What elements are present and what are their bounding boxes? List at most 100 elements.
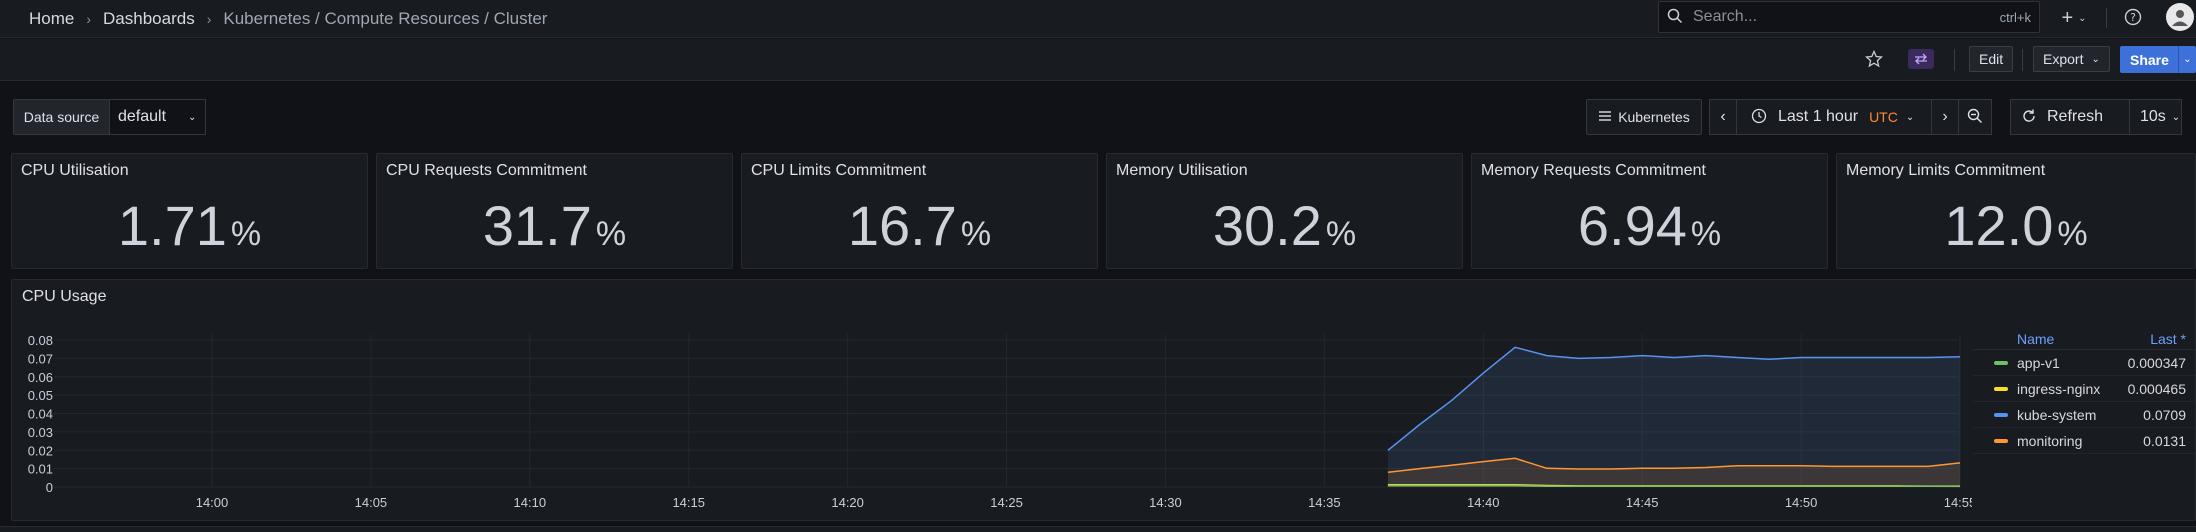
- stat-unit: %: [595, 215, 627, 253]
- clock-icon: [1751, 108, 1767, 127]
- series-color-swatch: [1994, 412, 2008, 417]
- share-button[interactable]: Share ⌄: [2120, 46, 2196, 73]
- svg-text:?: ?: [2130, 11, 2136, 24]
- avatar: [2166, 3, 2194, 31]
- refresh-interval-select[interactable]: 10s ⌄: [2129, 99, 2182, 135]
- refresh-icon: [2021, 108, 2037, 127]
- chevron-down-icon: ⌄: [1905, 111, 1915, 123]
- x-tick-label: 14:10: [514, 495, 547, 510]
- stat-value: 30.2%: [1107, 198, 1462, 254]
- edit-button[interactable]: Edit: [1969, 46, 2014, 72]
- x-tick-label: 14:55: [1944, 495, 1972, 510]
- zoom-out-icon: [1967, 108, 1983, 127]
- next-row-edge: [0, 526, 2196, 532]
- chevron-down-icon: ⌄: [2078, 12, 2087, 24]
- series-color-swatch: [1994, 360, 2008, 365]
- menu-icon: [1598, 109, 1612, 125]
- divider: [2106, 8, 2107, 28]
- legend-series-name: kube-system: [2017, 406, 2097, 423]
- legend-series-name: app-v1: [2017, 354, 2060, 371]
- chevron-right-icon: ›: [1942, 108, 1948, 125]
- stat-unit: %: [960, 215, 992, 253]
- stat-panel-memory-limits-commitment[interactable]: Memory Limits Commitment 12.0%: [1836, 153, 2196, 269]
- x-tick-label: 14:25: [990, 495, 1023, 510]
- chevron-down-icon: ⌄: [2091, 53, 2100, 65]
- y-tick-label: 0.02: [28, 443, 53, 458]
- search-shortcut: ctrl+k: [1999, 9, 2031, 25]
- chevron-right-icon: ›: [86, 10, 92, 27]
- legend-item[interactable]: kube-system 0.0709: [1973, 402, 2195, 428]
- search-input[interactable]: Search... ctrl+k: [1658, 1, 2040, 33]
- stat-panel-memory-utilisation[interactable]: Memory Utilisation 30.2%: [1106, 153, 1463, 269]
- time-back-button[interactable]: ‹: [1709, 99, 1737, 135]
- stat-number: 6.94: [1577, 194, 1687, 257]
- stat-unit: %: [2057, 215, 2088, 253]
- chevron-down-icon[interactable]: ⌄: [2178, 46, 2196, 73]
- legend-item[interactable]: monitoring 0.0131: [1973, 428, 2195, 454]
- share-label: Share: [2130, 51, 2169, 68]
- stat-unit: %: [1690, 215, 1722, 253]
- panel-title: Memory Utilisation: [1116, 162, 1248, 179]
- time-picker[interactable]: Last 1 hour UTC ⌄: [1736, 99, 1932, 135]
- time-forward-button[interactable]: ›: [1931, 99, 1959, 135]
- legend-header: Name Last *: [1973, 328, 2195, 350]
- legend-last-header[interactable]: Last *: [2150, 331, 2186, 347]
- datasource-select[interactable]: default ⌄: [110, 99, 206, 135]
- datasource-value: default: [118, 108, 167, 125]
- legend-series-last: 0.0709: [2143, 406, 2186, 423]
- star-icon[interactable]: [1862, 47, 1886, 71]
- legend-series-last: 0.000347: [2127, 354, 2186, 371]
- top-bar: Home › Dashboards › Kubernetes / Compute…: [0, 0, 2196, 38]
- chevron-down-icon: ⌄: [2171, 111, 2181, 123]
- chart-legend: Name Last * app-v1 0.000347 ingress-ngin…: [1973, 328, 2195, 454]
- user-avatar[interactable]: [2166, 3, 2194, 31]
- stat-panel-cpu-utilisation[interactable]: CPU Utilisation 1.71%: [11, 153, 368, 269]
- zoom-out-button[interactable]: [1958, 99, 1992, 135]
- new-button[interactable]: + ⌄: [2052, 4, 2096, 32]
- export-button[interactable]: Export ⌄: [2033, 46, 2110, 72]
- y-tick-label: 0.07: [28, 351, 53, 366]
- x-tick-label: 14:40: [1467, 495, 1500, 510]
- legend-series-name: ingress-nginx: [2017, 380, 2101, 397]
- help-button[interactable]: ?: [2120, 4, 2146, 32]
- breadcrumb-home[interactable]: Home: [29, 9, 74, 29]
- x-tick-label: 14:50: [1785, 495, 1818, 510]
- x-tick-label: 14:35: [1308, 495, 1341, 510]
- stat-value: 1.71%: [12, 198, 367, 254]
- export-label: Export: [2043, 51, 2084, 67]
- y-tick-label: 0.08: [28, 333, 53, 348]
- stat-number: 16.7: [847, 194, 957, 257]
- cpu-usage-panel[interactable]: CPU Usage 0 0.01 0.02 0.03 0.04 0.05 0.06 0.07 0…: [11, 279, 2196, 521]
- plus-icon: +: [2061, 6, 2074, 29]
- stat-value: 6.94%: [1472, 198, 1827, 254]
- stat-number: 1.71: [117, 194, 227, 257]
- y-tick-label: 0.04: [28, 407, 53, 422]
- dashboard-link-button[interactable]: Kubernetes: [1586, 99, 1702, 135]
- legend-series-last: 0.0131: [2143, 432, 2186, 449]
- refresh-interval-value: 10s: [2140, 108, 2166, 125]
- stat-panel-cpu-limits-commitment[interactable]: CPU Limits Commitment 16.7%: [741, 153, 1098, 269]
- stat-unit: %: [1325, 215, 1357, 253]
- breadcrumb-dashboards[interactable]: Dashboards: [103, 9, 195, 29]
- stat-panel-cpu-requests-commitment[interactable]: CPU Requests Commitment 31.7%: [376, 153, 733, 269]
- x-tick-label: 14:20: [831, 495, 864, 510]
- legend-item[interactable]: ingress-nginx 0.000465: [1973, 376, 2195, 402]
- chevron-down-icon: ⌄: [188, 111, 197, 123]
- divider: [1954, 49, 1955, 71]
- datasource-label: Data source: [13, 99, 110, 135]
- cpu-usage-chart[interactable]: 0 0.01 0.02 0.03 0.04 0.05 0.06 0.07 0.08 14:00 14…: [12, 280, 1972, 522]
- refresh-button[interactable]: Refresh: [2010, 99, 2130, 135]
- x-tick-label: 14:45: [1626, 495, 1659, 510]
- panel-title: CPU Limits Commitment: [751, 162, 927, 179]
- stat-panel-memory-requests-commitment[interactable]: Memory Requests Commitment 6.94%: [1471, 153, 1828, 269]
- legend-item[interactable]: app-v1 0.000347: [1973, 350, 2195, 376]
- swap-icon[interactable]: [1908, 49, 1934, 69]
- panel-title: CPU Utilisation: [21, 162, 129, 179]
- y-tick-label: 0.05: [28, 388, 53, 403]
- legend-name-header[interactable]: Name: [2017, 331, 2150, 347]
- dashboard-toolbar: Edit Export ⌄: [0, 39, 2196, 81]
- chevron-right-icon: ›: [206, 10, 212, 27]
- y-tick-label: 0.06: [28, 370, 53, 385]
- help-icon: ?: [2124, 8, 2142, 29]
- x-tick-label: 14:15: [672, 495, 705, 510]
